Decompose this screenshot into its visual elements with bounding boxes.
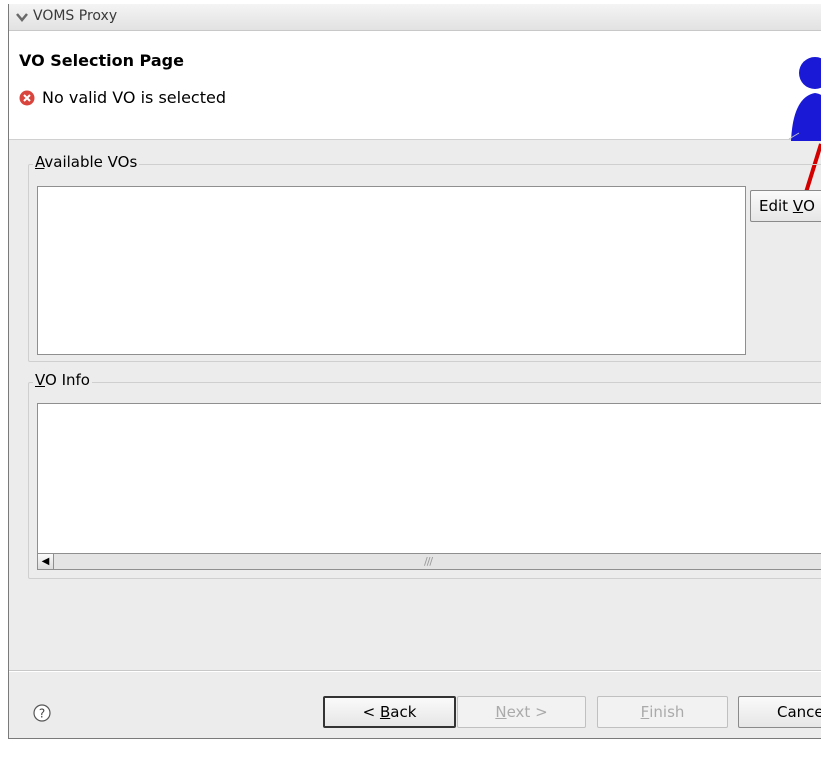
next-button[interactable]: Next > xyxy=(457,696,586,728)
wizard-dialog: VOMS Proxy VO Selection Page No valid VO… xyxy=(8,4,821,739)
wizard-header: VO Selection Page No valid VO is selecte… xyxy=(9,31,821,141)
scroll-left-icon[interactable]: ◀ xyxy=(38,554,54,569)
vo-info-textarea[interactable] xyxy=(37,403,821,554)
edit-vo-button[interactable]: Edit VO xyxy=(750,190,821,222)
cancel-button[interactable]: Cance xyxy=(738,696,821,728)
error-message: No valid VO is selected xyxy=(19,88,226,107)
back-button[interactable]: < Back xyxy=(323,696,456,728)
error-text: No valid VO is selected xyxy=(42,88,226,107)
finish-button[interactable]: Finish xyxy=(597,696,728,728)
horizontal-scrollbar[interactable]: ◀ /// xyxy=(37,553,821,570)
page-title: VO Selection Page xyxy=(19,51,184,70)
user-figure-icon xyxy=(788,57,821,141)
scroll-grip-icon: /// xyxy=(424,555,433,568)
vo-info-label: VO Info xyxy=(33,371,92,389)
window-title: VOMS Proxy xyxy=(33,8,118,24)
chevron-down-icon[interactable] xyxy=(15,10,29,24)
help-icon[interactable]: ? xyxy=(33,704,51,722)
available-vos-list[interactable] xyxy=(37,186,746,355)
available-vos-label: Available VOs xyxy=(33,153,140,171)
svg-text:?: ? xyxy=(39,707,45,721)
title-bar: VOMS Proxy xyxy=(9,4,821,31)
error-icon xyxy=(19,90,35,105)
